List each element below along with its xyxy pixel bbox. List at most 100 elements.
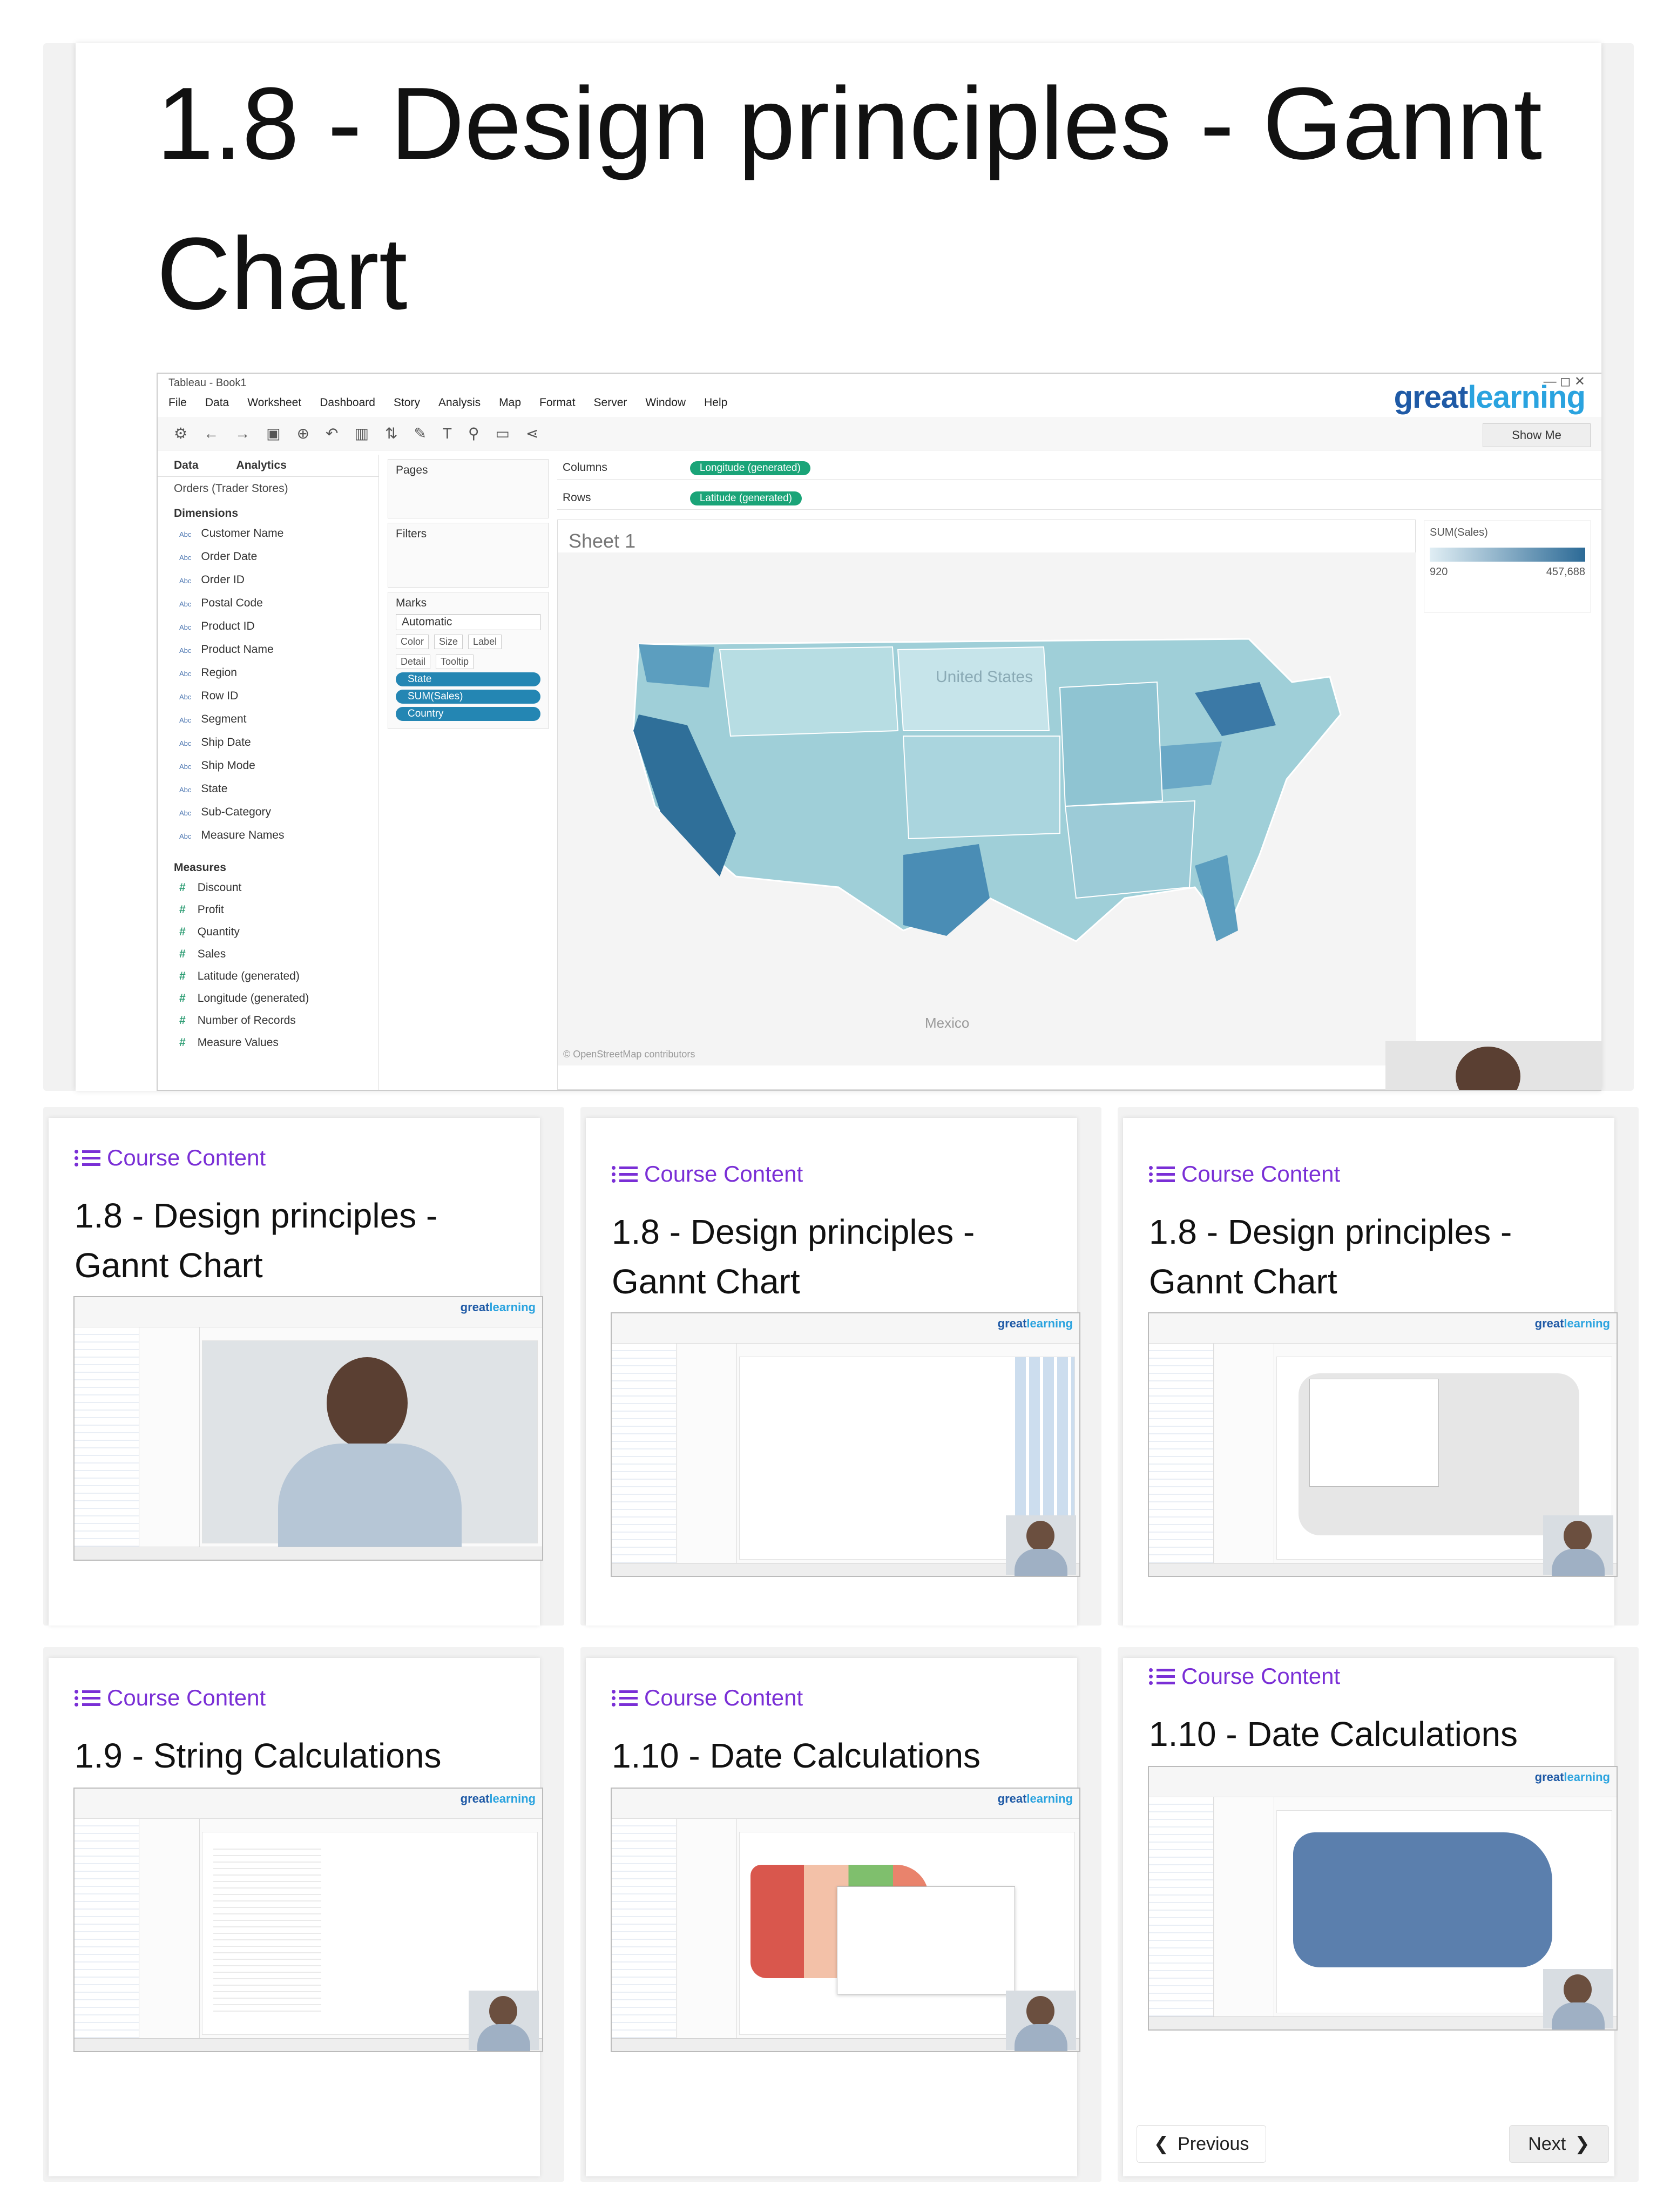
course-content-label: Course Content — [1181, 1161, 1341, 1186]
lesson-thumbnail[interactable]: greatlearning — [73, 1296, 543, 1561]
menu-item: Dashboard — [320, 396, 375, 409]
thumb-data-pane — [1149, 1797, 1214, 2029]
thumb-cards-pane — [678, 1819, 737, 2051]
thumb-cards-pane — [1215, 1797, 1274, 2029]
menu-bar: File Data Worksheet Dashboard Story Analysis M… — [158, 394, 1601, 414]
lesson-title[interactable]: 1.10 - Date Calculations — [1149, 1709, 1597, 1759]
measure-field: Number of Records — [158, 1009, 378, 1031]
hero-panel: 1.8 - Design principles - Gannt Chart Ta… — [43, 43, 1634, 1091]
lesson-card[interactable]: Course Content 1.9 - String Calculations g… — [49, 1658, 543, 2176]
presenter-thumbnail — [1543, 1515, 1613, 1576]
list-icon — [1149, 1163, 1175, 1185]
sort-icon: ⇅ — [384, 425, 398, 442]
presenter-thumbnail — [1006, 1991, 1076, 2051]
lesson-title[interactable]: 1.9 - String Calculations — [75, 1731, 523, 1781]
presenter-video — [1385, 1041, 1601, 1090]
dimension-field: Product Name — [158, 638, 378, 662]
dimension-field: State — [158, 778, 378, 801]
course-content-link[interactable]: Course Content — [75, 1145, 266, 1171]
dimension-field: Region — [158, 662, 378, 685]
lesson-card[interactable]: Course Content 1.8 - Design principles - … — [1123, 1118, 1618, 1626]
lesson-card[interactable]: Course Content 1.10 - Date Calculations gr… — [586, 1658, 1080, 2176]
thumb-data-pane — [75, 1819, 139, 2051]
measure-field: Longitude (generated) — [158, 987, 378, 1009]
forward-icon: → — [235, 424, 251, 442]
dimension-field: Order ID — [158, 569, 378, 592]
new-datasource-icon: ⊕ — [296, 425, 310, 442]
dimension-field: Row ID — [158, 685, 378, 708]
thumb-data-pane — [612, 1344, 677, 1576]
lesson-title[interactable]: 1.8 - Design principles - Gannt Chart — [612, 1207, 1060, 1306]
lesson-thumbnail[interactable]: greatlearning — [1148, 1766, 1618, 2031]
mark-pill: SUM(Sales) — [396, 690, 540, 704]
measure-field: Discount — [158, 876, 378, 899]
marks-card: Marks Automatic Color Size Label Detail Tool… — [388, 592, 549, 729]
highlight-icon: ✎ — [414, 425, 427, 442]
previous-button[interactable]: ❮ Previous — [1137, 2125, 1266, 2163]
menu-item: Format — [539, 396, 576, 409]
lesson-card[interactable]: Course Content 1.10 - Date Calculations gr… — [1123, 1658, 1618, 2176]
dimension-field: Order Date — [158, 545, 378, 569]
presenter-head — [327, 1357, 408, 1449]
toolbar: ⚙ ← → ▣ ⊕ ↶ ▥ ⇅ ✎ T ⚲ ▭ ⋖ — [158, 417, 1601, 450]
undo-icon: ↶ — [326, 425, 339, 442]
measure-field: Measure Values — [158, 1031, 378, 1054]
list-icon — [612, 1163, 638, 1185]
course-content-label: Course Content — [644, 1161, 803, 1186]
lesson-title[interactable]: 1.8 - Design principles - Gannt Chart — [1149, 1207, 1597, 1306]
sheet-title: Sheet 1 — [569, 530, 636, 552]
measure-field: Profit — [158, 899, 378, 921]
menu-item: Help — [704, 396, 728, 409]
course-content-link[interactable]: Course Content — [75, 1685, 266, 1711]
page-title: 1.8 - Design principles - Gannt Chart — [157, 66, 1543, 331]
greatlearning-logo: greatlearning — [1534, 1770, 1610, 1784]
greatlearning-logo: greatlearning — [997, 1317, 1073, 1330]
course-content-link[interactable]: Course Content — [612, 1161, 803, 1187]
list-icon — [75, 1147, 100, 1169]
chart-icon: ▥ — [354, 425, 369, 442]
mark-button: Size — [434, 635, 463, 649]
previous-label: Previous — [1178, 2133, 1249, 2154]
measure-field: Quantity — [158, 921, 378, 943]
dimension-field: Ship Mode — [158, 754, 378, 778]
chevron-right-icon: ❯ — [1574, 2134, 1590, 2154]
course-content-link[interactable]: Course Content — [1149, 1161, 1340, 1187]
dimension-field: Sub-Category — [158, 801, 378, 824]
thumb-cards-pane — [1215, 1344, 1274, 1576]
cards-pane: Pages Filters Marks Automatic Color Size L… — [384, 455, 552, 1090]
next-label: Next — [1528, 2133, 1566, 2154]
us-map: United States Mexico © OpenStreetMap con… — [558, 552, 1416, 1065]
next-button[interactable]: Next ❯ — [1509, 2125, 1609, 2163]
lesson-card[interactable]: Course Content 1.8 - Design principles - … — [586, 1118, 1080, 1626]
lesson-title[interactable]: 1.10 - Date Calculations — [612, 1731, 1060, 1781]
lesson-thumbnail[interactable]: greatlearning — [611, 1788, 1080, 2052]
thumb-cards-pane — [140, 1819, 200, 2051]
measures-header: Measures — [174, 861, 226, 874]
mark-button: Tooltip — [436, 655, 474, 669]
course-content-link[interactable]: Course Content — [1149, 1663, 1340, 1689]
course-content-link[interactable]: Course Content — [612, 1685, 803, 1711]
video-screenshot[interactable]: Tableau - Book1 — ◻ ✕ greatlearning File… — [157, 373, 1601, 1091]
svg-text:United States: United States — [936, 668, 1033, 686]
share-icon: ⋖ — [526, 425, 539, 442]
tableau-window: Tableau - Book1 — ◻ ✕ greatlearning File… — [158, 374, 1601, 1090]
hero-card: 1.8 - Design principles - Gannt Chart Ta… — [76, 43, 1601, 1091]
mark-button: Label — [468, 635, 502, 649]
svg-text:© OpenStreetMap contributors: © OpenStreetMap contributors — [563, 1049, 695, 1060]
menu-item: Story — [393, 396, 420, 409]
greatlearning-logo: greatlearning — [460, 1792, 536, 1805]
measure-field: Sales — [158, 943, 378, 965]
thumb-view — [202, 1340, 538, 1552]
course-content-label: Course Content — [107, 1145, 266, 1170]
list-icon — [1149, 1665, 1175, 1687]
tab-analytics: Analytics — [236, 459, 287, 471]
lesson-thumbnail[interactable]: greatlearning — [1148, 1312, 1618, 1577]
lesson-thumbnail[interactable]: greatlearning — [73, 1788, 543, 2052]
menu-item: Server — [593, 396, 627, 409]
rows-shelf: Rows Latitude (generated) — [557, 486, 1601, 510]
lesson-thumbnail[interactable]: greatlearning — [611, 1312, 1080, 1577]
lesson-title[interactable]: 1.8 - Design principles - Gannt Chart — [75, 1191, 523, 1290]
lesson-card[interactable]: Course Content 1.8 - Design principles - … — [49, 1118, 543, 1626]
menu-item: Data — [205, 396, 229, 409]
measure-list: DiscountProfitQuantitySalesLatitude (gen… — [158, 876, 378, 1054]
